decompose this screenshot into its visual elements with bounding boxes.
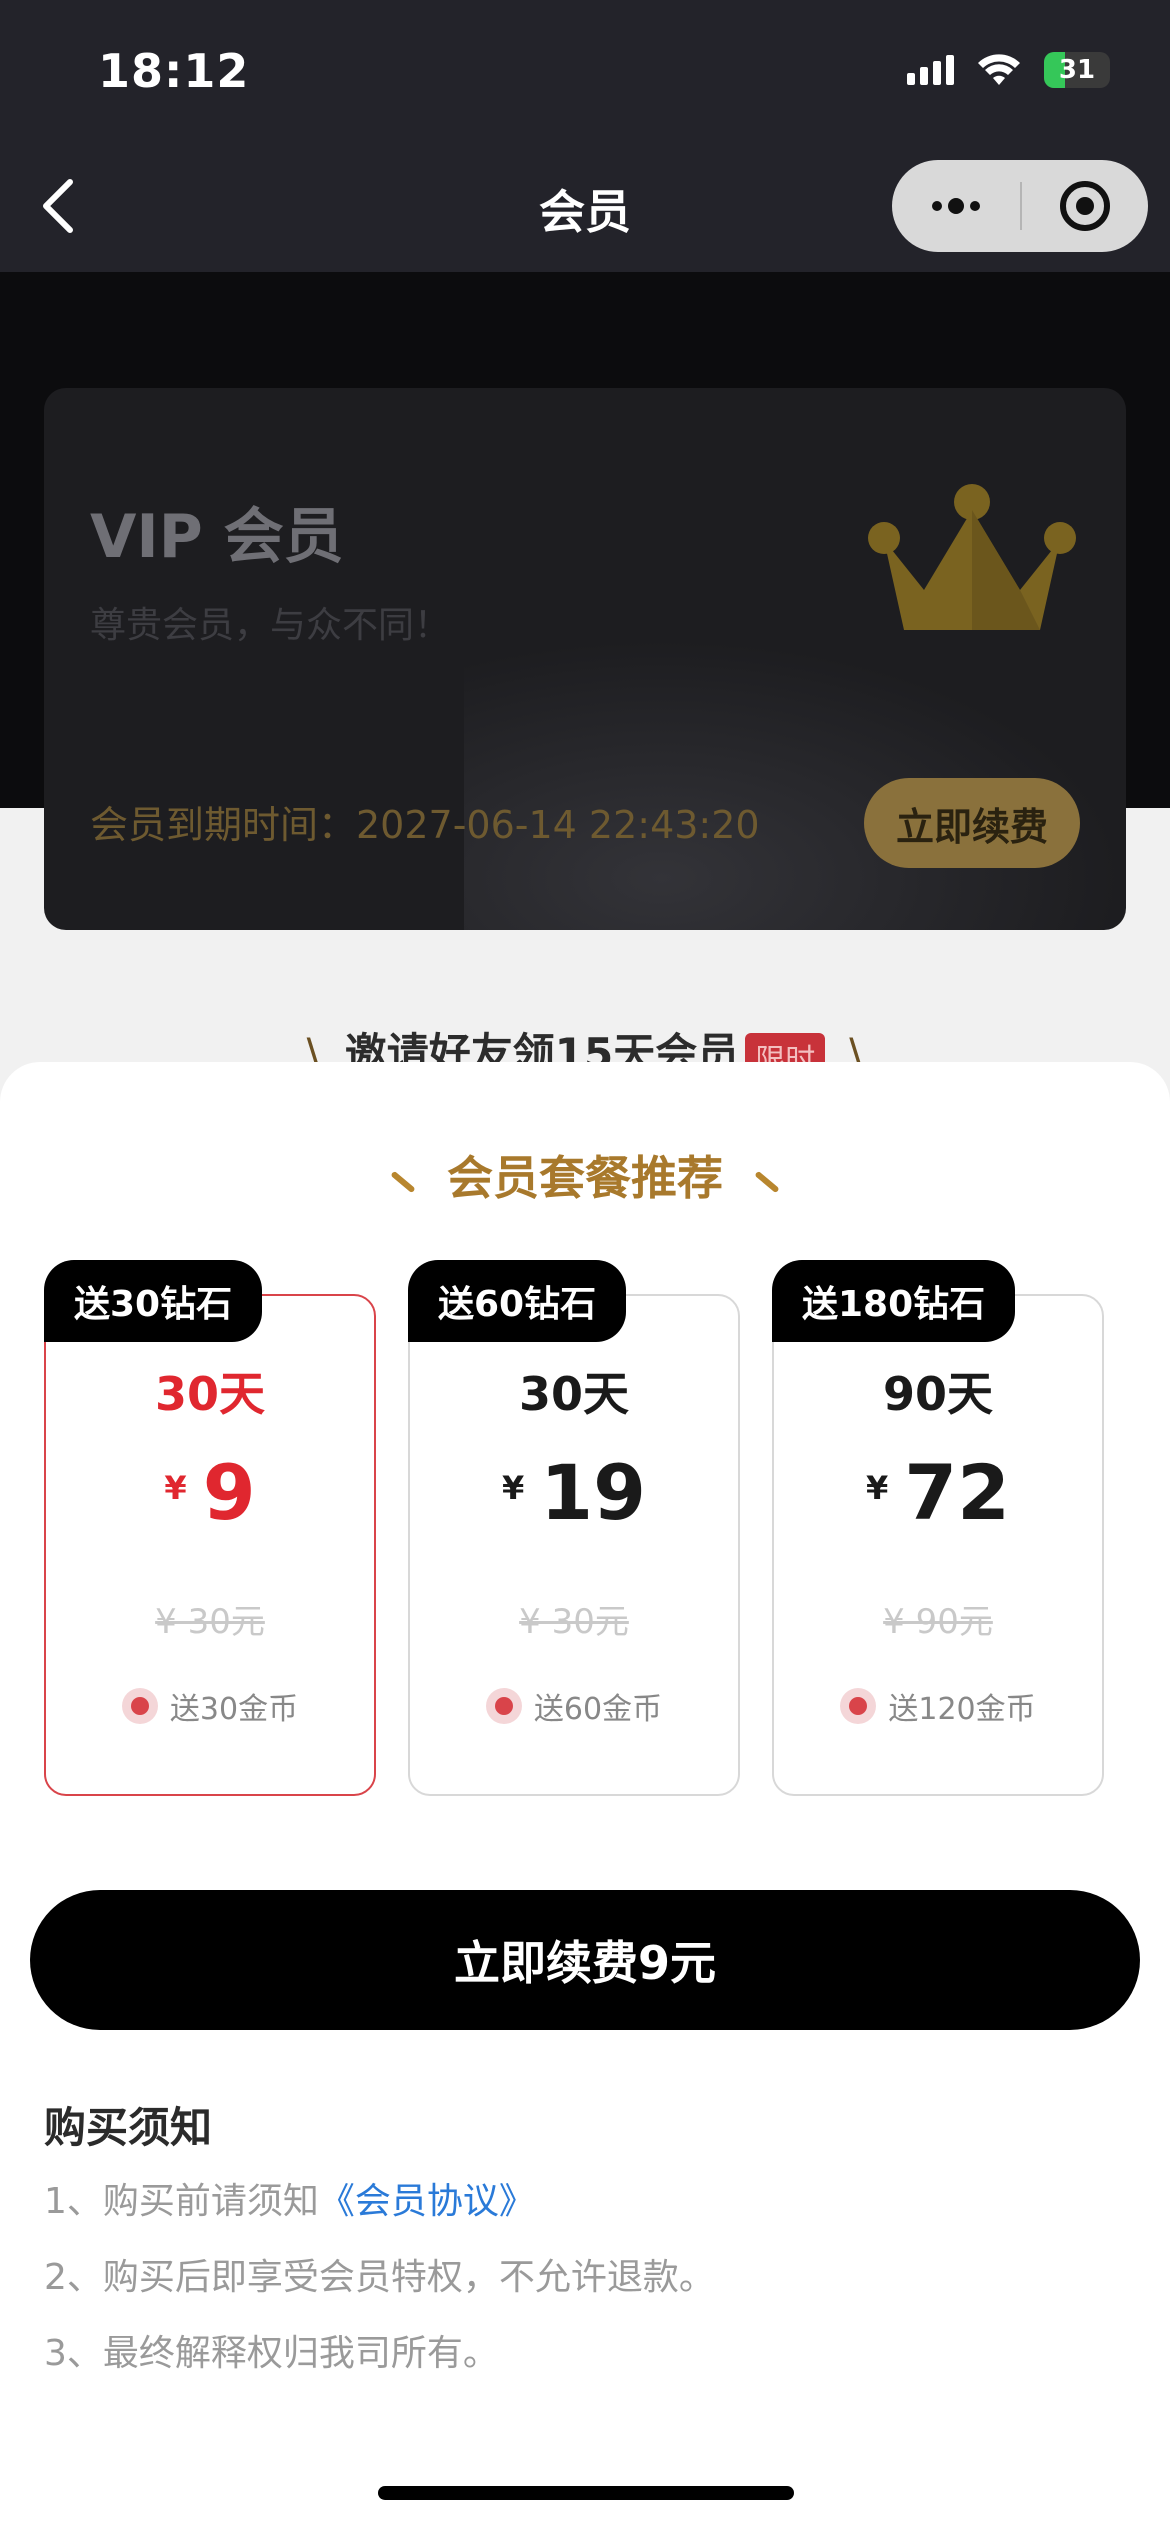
sheet-title: 会员套餐推荐 — [0, 1142, 1170, 1208]
plan-price-value: 9 — [202, 1448, 256, 1537]
coin-icon — [121, 1688, 158, 1724]
notice-line-3: 3、最终解释权归我司所有。 — [44, 2333, 499, 2374]
member-agreement-link[interactable]: 《会员协议》 — [319, 2181, 535, 2222]
plan-days: 30天 — [518, 1367, 629, 1421]
plan-tag-1: 送30钻石 — [44, 1260, 263, 1342]
plan-card-3[interactable]: 90天 ¥72 ¥ 90元 送120金币 — [772, 1294, 1104, 1796]
plan-price-value: 19 — [540, 1448, 647, 1537]
renew-buy-button[interactable]: 立即续费9元 — [30, 1890, 1140, 2030]
plan-coin-bonus: 送120金币 — [774, 1684, 1102, 1728]
plan-price-value: 72 — [904, 1448, 1011, 1537]
battery-icon: 31 — [1044, 52, 1110, 88]
battery-level: 31 — [1058, 55, 1096, 85]
card-renew-button[interactable]: 立即续费 — [864, 778, 1080, 868]
crown-icon — [868, 484, 1076, 630]
plan-original-price: ¥ 30元 — [155, 1602, 265, 1642]
plan-price: ¥72 — [774, 1448, 1102, 1537]
more-options-icon[interactable] — [892, 198, 1020, 214]
plan-card-1[interactable]: 30天 ¥9 ¥ 30元 送30金币 — [44, 1294, 376, 1796]
close-miniprogram-icon[interactable] — [1022, 179, 1148, 233]
coin-bonus-text: 送30金币 — [169, 1692, 299, 1727]
currency-symbol: ¥ — [865, 1469, 889, 1507]
plan-tag-2: 送60钻石 — [408, 1260, 627, 1342]
notice-line-1: 1、购买前请须知《会员协议》 — [44, 2172, 535, 2224]
plan-days: 90天 — [882, 1367, 993, 1421]
vip-subtitle: 尊贵会员，与众不同！ — [90, 605, 451, 646]
plan-bottom-sheet: 会员套餐推荐 30天 ¥9 ¥ 30元 送30金币 送30钻石 30天 ¥19 … — [0, 1062, 1170, 2532]
plan-coin-bonus: 送30金币 — [46, 1684, 374, 1728]
wifi-icon — [978, 54, 1020, 85]
plan-price: ¥19 — [410, 1448, 738, 1537]
plan-original-price: ¥ 90元 — [883, 1602, 993, 1642]
coin-icon — [840, 1688, 877, 1724]
status-icons: 31 — [907, 52, 1110, 88]
plan-coin-bonus: 送60金币 — [410, 1684, 738, 1728]
title-decor-left — [390, 1170, 416, 1193]
vip-title: VIP 会员 — [90, 502, 344, 572]
coin-bonus-text: 送120金币 — [888, 1692, 1036, 1727]
membership-expiry: 会员到期时间：2027-06-14 22:43:20 — [90, 803, 760, 847]
purchase-notice-title: 购买须知 — [44, 2103, 213, 2152]
top-bar: 18:12 31 会员 — [0, 0, 1170, 272]
plan-tag-3: 送180钻石 — [772, 1260, 1016, 1342]
plan-days: 30天 — [154, 1367, 265, 1421]
status-time: 18:12 — [98, 44, 250, 98]
plan-original-price: ¥ 30元 — [519, 1602, 629, 1642]
title-decor-right — [754, 1170, 780, 1193]
plan-price: ¥9 — [46, 1448, 374, 1537]
vip-card: VIP 会员 尊贵会员，与众不同！ 会员到期时间：2027-06-14 22:4… — [44, 388, 1126, 930]
notice-line-2: 2、购买后即享受会员特权，不允许退款。 — [44, 2257, 715, 2298]
currency-symbol: ¥ — [501, 1469, 525, 1507]
sheet-title-text: 会员套餐推荐 — [447, 1151, 723, 1205]
miniprogram-capsule — [892, 160, 1148, 252]
home-indicator[interactable] — [378, 2486, 794, 2500]
cellular-signal-icon — [907, 55, 954, 85]
coin-icon — [485, 1688, 522, 1724]
currency-symbol: ¥ — [164, 1469, 187, 1507]
plan-card-2[interactable]: 30天 ¥19 ¥ 30元 送60金币 — [408, 1294, 740, 1796]
notice-line-1-text: 1、购买前请须知 — [44, 2181, 319, 2222]
coin-bonus-text: 送60金币 — [533, 1692, 663, 1727]
